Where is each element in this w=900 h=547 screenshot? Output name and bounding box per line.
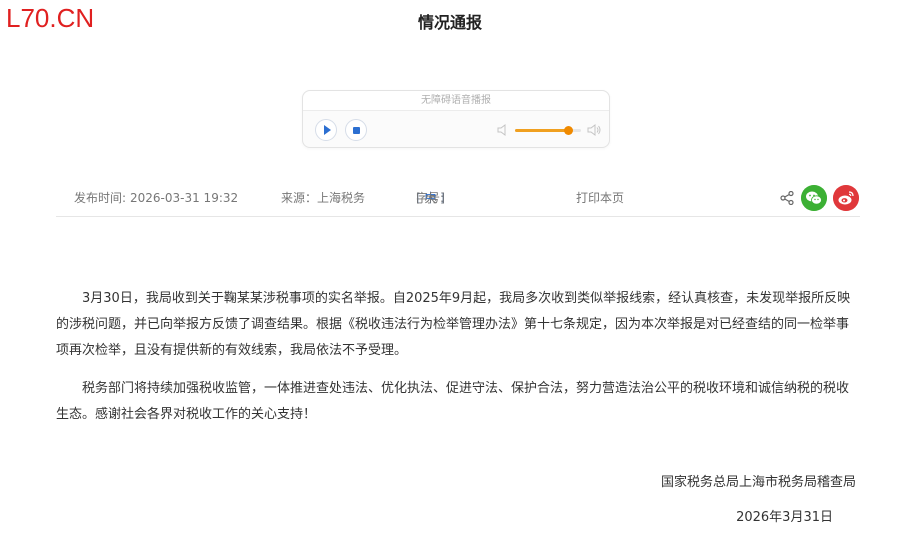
paragraph: 税务部门将持续加强税收监管，一体推进查处违法、优化执法、促进守法、保护合法，努力…	[56, 381, 850, 422]
volume-slider-handle[interactable]	[563, 126, 573, 135]
print-link[interactable]: 打印本页	[576, 183, 624, 213]
article-body: 3月30日，我局收到关于鞠某某涉税事项的实名举报。自2025年9月起，我局多次收…	[56, 286, 856, 440]
weibo-share-icon[interactable]	[833, 185, 859, 211]
volume-slider[interactable]	[515, 126, 581, 135]
play-button[interactable]	[315, 119, 337, 141]
page-title: 情况通报	[417, 13, 482, 32]
source: 来源：上海税务	[281, 191, 366, 205]
paragraph: 3月30日，我局收到关于鞠某某涉税事项的实名举报。自2025年9月起，我局多次收…	[56, 291, 851, 358]
stop-icon	[352, 126, 360, 134]
wechat-share-icon[interactable]	[801, 185, 827, 211]
play-icon	[323, 125, 331, 135]
page: L70.CN 情况通报 无障碍语音播报 发布时间: 2026-03-31 19:…	[0, 0, 900, 547]
volume-slider-fill	[515, 129, 568, 132]
font-size-small[interactable]: [ 小 ]	[416, 183, 445, 213]
player-label: 无障碍语音播报	[303, 91, 609, 111]
signature-date: 2026年3月31日	[736, 510, 833, 525]
audio-player: 无障碍语音播报	[302, 90, 610, 148]
share-icon[interactable]	[780, 191, 794, 205]
volume-low-icon	[497, 124, 506, 136]
article-meta-bar: 发布时间: 2026-03-31 19:32 来源：上海税务 字号: [ 大 ]…	[56, 183, 860, 217]
publish-time: 2026-03-31 19:32	[130, 191, 239, 205]
publish-time-label: 发布时间:	[74, 191, 127, 205]
volume-high-icon	[587, 124, 601, 136]
stop-button[interactable]	[345, 119, 367, 141]
signature-org: 国家税务总局上海市税务局稽查局	[660, 475, 856, 490]
